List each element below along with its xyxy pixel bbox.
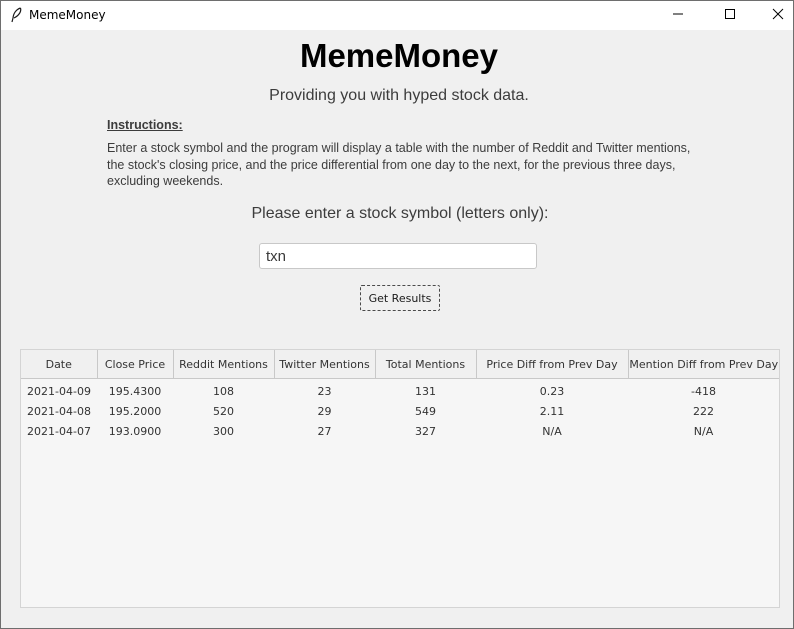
app-window: MemeMoney MemeMoney Providing you with h… — [0, 0, 794, 629]
symbol-prompt-label: Please enter a stock symbol (letters onl… — [251, 205, 549, 222]
stock-symbol-input[interactable] — [259, 243, 537, 269]
table-cell: 27 — [317, 424, 332, 438]
table-row[interactable]: 2021-04-07 193.0900 300 27 327 N/A N/A — [21, 421, 779, 441]
table-cell: 0.23 — [539, 384, 565, 398]
column-header-mention-diff[interactable]: Mention Diff from Prev Day — [628, 350, 779, 379]
title-bar[interactable]: MemeMoney — [1, 1, 793, 30]
table-cell: 2.11 — [539, 404, 565, 418]
results-table: Date Close Price Reddit Mentions Twitter… — [21, 350, 779, 441]
table-header-row: Date Close Price Reddit Mentions Twitter… — [21, 350, 779, 379]
maximize-icon — [724, 7, 736, 25]
app-subtitle: Providing you with hyped stock data. — [269, 87, 529, 104]
results-table-panel[interactable]: Date Close Price Reddit Mentions Twitter… — [20, 349, 780, 608]
app-title: MemeMoney — [299, 37, 499, 74]
instructions-heading: Instructions: — [107, 118, 183, 132]
minimize-icon — [672, 7, 684, 25]
table-cell: 327 — [415, 424, 436, 438]
table-cell: 520 — [213, 404, 234, 418]
table-cell: 300 — [213, 424, 234, 438]
table-cell: 131 — [415, 384, 436, 398]
minimize-button[interactable] — [655, 1, 701, 30]
table-cell: N/A — [693, 424, 714, 438]
table-cell: 2021-04-09 — [27, 384, 91, 398]
table-cell: 23 — [317, 384, 332, 398]
instructions-text: Enter a stock symbol and the program wil… — [107, 141, 691, 188]
column-header-twitter-mentions[interactable]: Twitter Mentions — [274, 350, 376, 379]
table-cell: 193.0900 — [108, 424, 162, 438]
close-icon — [772, 7, 784, 25]
table-cell: 29 — [317, 404, 332, 418]
feather-icon — [9, 7, 23, 23]
table-cell: 2021-04-07 — [27, 424, 91, 438]
table-cell: 222 — [693, 404, 714, 418]
table-cell: 549 — [415, 404, 436, 418]
table-cell: 195.4300 — [108, 384, 162, 398]
maximize-button[interactable] — [707, 1, 753, 30]
window-title: MemeMoney — [29, 8, 106, 22]
table-cell: 195.2000 — [108, 404, 162, 418]
close-button[interactable] — [755, 1, 794, 30]
table-row[interactable]: 2021-04-08 195.2000 520 29 549 2.11 222 — [21, 401, 779, 421]
table-row[interactable]: 2021-04-09 195.4300 108 23 131 0.23 -418 — [21, 379, 779, 402]
table-cell: N/A — [542, 424, 562, 438]
column-header-close-price[interactable]: Close Price — [97, 350, 174, 379]
get-results-button[interactable]: Get Results — [360, 285, 440, 311]
column-header-price-diff[interactable]: Price Diff from Prev Day — [476, 350, 629, 379]
table-cell: -418 — [691, 384, 716, 398]
column-header-date[interactable]: Date — [21, 350, 98, 379]
main-content: MemeMoney Providing you with hyped stock… — [1, 30, 793, 628]
table-cell: 108 — [213, 384, 234, 398]
table-cell: 2021-04-08 — [27, 404, 91, 418]
column-header-total-mentions[interactable]: Total Mentions — [375, 350, 477, 379]
column-header-reddit-mentions[interactable]: Reddit Mentions — [173, 350, 275, 379]
